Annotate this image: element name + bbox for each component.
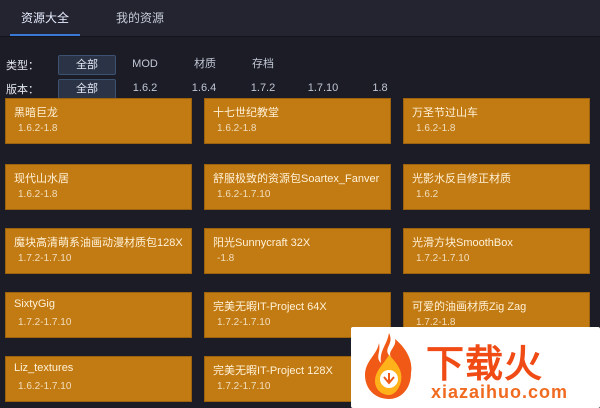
resource-card[interactable]: 十七世纪教堂 1.6.2-1.8 [204,98,391,144]
resource-version: 1.7.2-1.7.10 [416,253,470,264]
resource-version: 1.6.2-1.7.10 [217,189,271,200]
version-option-1-7-10[interactable]: 1.7.10 [298,79,348,97]
type-option-all[interactable]: 全部 [58,55,116,75]
type-option-texture[interactable]: 材质 [180,55,230,73]
resource-card[interactable]: Liz_textures 1.6.2-1.7.10 [5,356,192,402]
resource-card[interactable]: SixtyGig 1.7.2-1.7.10 [5,292,192,338]
resource-title: 黑暗巨龙 [14,107,58,119]
type-option-mod[interactable]: MOD [120,55,170,73]
version-option-1-7-2[interactable]: 1.7.2 [240,79,286,97]
resource-version: 1.7.2-1.7.10 [18,253,72,264]
resource-version: 1.6.2-1.7.10 [18,381,72,392]
resource-version: -1.8 [217,253,235,264]
tab-all-resources[interactable]: 资源大全 [0,0,90,36]
resource-card[interactable]: 魔块高清萌系油画动漫材质包128X 1.7.2-1.7.10 [5,228,192,274]
resource-version: 1.6.2-1.8 [416,123,456,134]
type-filter-label: 类型： [6,60,39,72]
resource-title: 阳光Sunnycraft 32X [213,237,311,249]
version-filter: 版本： 全部 1.6.2 1.6.4 1.7.2 1.7.10 1.8 [0,79,600,99]
watermark-logo: 下载火 xiazaihuo.com [351,327,600,408]
version-option-1-8[interactable]: 1.8 [360,79,400,97]
watermark-brand: 下载火 [426,344,544,386]
version-option-all[interactable]: 全部 [58,79,116,99]
version-filter-label: 版本： [6,84,39,96]
resource-tabs: 资源大全 我的资源 [0,0,600,37]
resource-title: SixtyGig [14,298,55,310]
resource-title: 完美无暇IT-Project 128X [213,365,333,377]
type-option-save[interactable]: 存档 [238,55,288,73]
resource-version: 1.7.2-1.7.10 [217,317,271,328]
resource-title: 光影水反自修正材质 [412,173,511,185]
resource-title: 完美无暇IT-Project 64X [213,301,327,313]
resource-card[interactable]: 光影水反自修正材质 1.6.2 [403,164,590,210]
watermark-site: xiazaihuo.com [431,382,569,402]
resource-version: 1.6.2-1.8 [217,123,257,134]
flame-logo-icon [365,333,412,399]
tab-my-resources[interactable]: 我的资源 [100,0,180,36]
resource-title: 光滑方块SmoothBox [412,237,513,249]
resource-version: 1.6.2-1.8 [18,123,58,134]
resource-title: 万圣节过山车 [412,107,478,119]
version-option-1-6-4[interactable]: 1.6.4 [181,79,227,97]
resource-card[interactable]: 黑暗巨龙 1.6.2-1.8 [5,98,192,144]
resource-card[interactable]: 舒服极致的资源包Soartex_Fanver 1.6.2-1.7.10 [204,164,391,210]
resource-title: 十七世纪教堂 [213,107,279,119]
resource-title: 可爱的油画材质Zig Zag [412,301,527,313]
type-filter: 类型： 全部 MOD 材质 存档 [0,55,600,75]
resource-title: Liz_textures [14,362,74,374]
resource-version: 1.7.2-1.7.10 [18,317,72,328]
resource-version: 1.6.2-1.8 [18,189,58,200]
resource-version: 1.7.2-1.7.10 [217,381,271,392]
resource-title: 现代山水居 [14,173,69,185]
resource-card[interactable]: 现代山水居 1.6.2-1.8 [5,164,192,210]
version-option-1-6-2[interactable]: 1.6.2 [122,79,168,97]
resource-title: 舒服极致的资源包Soartex_Fanver [213,173,380,185]
resource-card[interactable]: 光滑方块SmoothBox 1.7.2-1.7.10 [403,228,590,274]
resource-version: 1.6.2 [416,189,439,200]
resource-card[interactable]: 万圣节过山车 1.6.2-1.8 [403,98,590,144]
resource-card[interactable]: 阳光Sunnycraft 32X -1.8 [204,228,391,274]
resource-title: 魔块高清萌系油画动漫材质包128X [14,237,183,249]
